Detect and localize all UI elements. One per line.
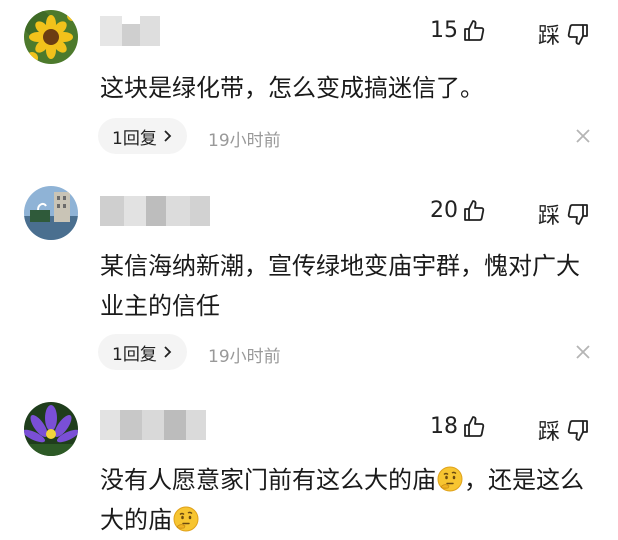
comment-2: 20 踩 某信海纳新潮，宣传绿地变庙宇群，愧对广大业主的信任 1回复 19小时前 [0, 178, 618, 378]
chevron-right-icon [164, 346, 172, 358]
like-count: 18 [430, 414, 458, 439]
thumbs-down-icon [567, 204, 588, 225]
username-redacted[interactable] [100, 410, 220, 440]
reply-button[interactable]: 1回复 [98, 334, 187, 370]
timestamp: 19小时前 [208, 131, 281, 151]
comment-text: 这块是绿化带，怎么变成搞迷信了。 [100, 74, 484, 102]
thumbs-up-icon [464, 19, 485, 41]
username-redacted[interactable] [100, 196, 220, 226]
thumbs-up-icon [464, 199, 485, 221]
like-count: 20 [430, 198, 458, 223]
chevron-right-icon [164, 130, 172, 142]
dislike-label: 踩 [537, 24, 560, 49]
thumbs-down-icon [567, 24, 588, 45]
close-icon[interactable] [574, 343, 592, 361]
thinking-face-emoji [437, 466, 463, 492]
dislike-button[interactable]: 踩 [538, 198, 590, 230]
comment-text: 某信海纳新潮，宣传绿地变庙宇群，愧对广大业主的信任 [100, 252, 580, 320]
comment-text: 没有人愿意家门前有这么大的庙 ，还是这么大的庙 [100, 460, 595, 540]
dislike-button[interactable]: 踩 [538, 414, 590, 446]
avatar[interactable] [24, 402, 78, 456]
username-redacted[interactable] [100, 16, 220, 46]
like-button[interactable]: 15 [430, 18, 486, 43]
dislike-label: 踩 [537, 420, 560, 445]
dislike-button[interactable]: 踩 [538, 18, 590, 50]
reply-button[interactable]: 1回复 [98, 118, 187, 154]
dislike-label: 踩 [537, 204, 560, 229]
comment-text-part1: 没有人愿意家门前有这么大的庙 [100, 466, 436, 494]
avatar[interactable] [24, 10, 78, 64]
like-button[interactable]: 18 [430, 414, 486, 439]
reply-count-label: 1回复 [112, 344, 157, 365]
thumbs-up-icon [464, 415, 485, 437]
comment-1: 15 踩 这块是绿化带，怎么变成搞迷信了。 1回复 19小时前 [0, 0, 618, 170]
reply-count-label: 1回复 [112, 128, 157, 149]
thinking-face-emoji [173, 506, 199, 532]
close-icon[interactable] [574, 127, 592, 145]
avatar[interactable] [24, 186, 78, 240]
like-button[interactable]: 20 [430, 198, 486, 223]
comment-3: 18 踩 没有人愿意家门前有这么大的庙 ，还是这么大的庙 [0, 396, 618, 535]
like-count: 15 [430, 18, 458, 43]
timestamp: 19小时前 [208, 347, 281, 367]
thumbs-down-icon [567, 420, 588, 441]
